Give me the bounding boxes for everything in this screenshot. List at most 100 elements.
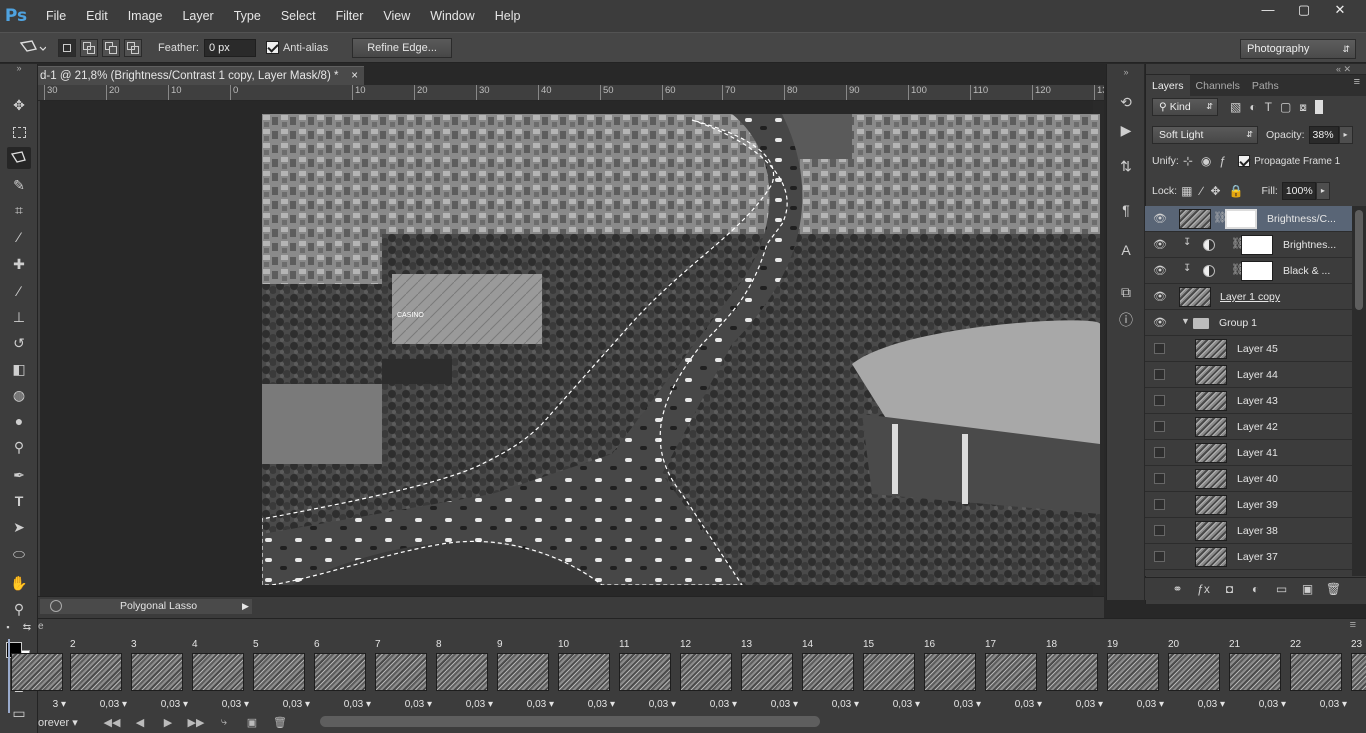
panel-menu-icon[interactable]: ≡ [1354, 76, 1360, 88]
animation-frame[interactable]: 15 0,03 ▾ [862, 639, 922, 713]
layer-row[interactable]: Layer 39 [1145, 492, 1352, 518]
collapse-toolbar-icon[interactable]: » [7, 62, 31, 74]
antialias-checkbox[interactable] [265, 41, 279, 54]
next-frame-icon[interactable]: ▶▶ [182, 716, 210, 729]
layer-row[interactable]: Layer 41 [1145, 440, 1352, 466]
opacity-input[interactable]: 38% [1308, 126, 1339, 144]
layers-scroll-thumb[interactable] [1355, 210, 1363, 310]
history-state[interactable]: Polygonal Lasso ▶ [40, 599, 252, 614]
layer-row[interactable]: Layer 40 [1145, 466, 1352, 492]
lock-all-icon[interactable]: 🔒 [1229, 184, 1244, 198]
blend-mode-select[interactable]: Soft Light [1152, 126, 1258, 144]
animation-frame[interactable]: 2 0,03 ▾ [69, 639, 129, 713]
visibility-eye-icon[interactable]: 👁 [1153, 290, 1167, 304]
paragraph-panel-icon[interactable]: ¶ [1116, 200, 1136, 220]
fill-input[interactable]: 100% [1281, 182, 1316, 200]
info-panel-icon[interactable]: ⓘ [1116, 310, 1136, 330]
frame-delay[interactable]: 0,03 ▾ [710, 699, 737, 710]
quick-selection-tool-icon[interactable]: ✎ [7, 174, 31, 196]
timeline-scrollbar[interactable] [320, 716, 820, 727]
eyedropper-tool-icon[interactable]: ⁄ [7, 226, 31, 248]
layer-row[interactable]: 👁 ↧ ⛓ Black & ... [1145, 258, 1352, 284]
collapse-panel-icon[interactable]: « ✕ [1336, 64, 1351, 75]
duplicate-frame-icon[interactable]: ▣ [238, 716, 266, 729]
smart-object-filter-icon[interactable]: ⧇ [1299, 100, 1307, 115]
animation-frame[interactable]: 8 0,03 ▾ [435, 639, 495, 713]
animation-frame[interactable]: 13 0,03 ▾ [740, 639, 800, 713]
animation-frame[interactable]: 6 0,03 ▾ [313, 639, 373, 713]
unify-position-icon[interactable]: ⊹ [1183, 154, 1193, 168]
new-group-icon[interactable]: ▭ [1269, 582, 1295, 596]
visibility-eye-icon[interactable]: 👁 [1153, 264, 1167, 278]
first-frame-icon[interactable]: ◀◀ [98, 716, 126, 729]
lock-position-icon[interactable]: ✥ [1210, 184, 1220, 198]
menu-window[interactable]: Window [420, 0, 484, 32]
animation-frame[interactable]: 18 0,03 ▾ [1045, 639, 1105, 713]
collapse-dock-icon[interactable]: » [1116, 66, 1136, 78]
tween-icon[interactable]: ⤷ [210, 716, 238, 729]
animation-frame[interactable]: 11 0,03 ▾ [618, 639, 678, 713]
frame-delay[interactable]: 0,03 ▾ [527, 699, 554, 710]
lasso-tool-icon[interactable] [7, 147, 31, 169]
layer-row[interactable]: 👁 ↧ ⛓ Brightnes... [1145, 232, 1352, 258]
visibility-toggle[interactable] [1154, 525, 1165, 536]
filter-kind-select[interactable]: ⚲ Kind [1152, 98, 1218, 116]
layer-mask-thumbnail[interactable] [1225, 209, 1257, 229]
animation-frame[interactable]: 5 0,03 ▾ [252, 639, 312, 713]
frame-delay[interactable]: 0,03 ▾ [1320, 699, 1347, 710]
character-panel-icon[interactable]: A [1116, 240, 1136, 260]
eraser-tool-icon[interactable]: ◧ [7, 358, 31, 380]
opacity-slider-toggle[interactable]: ▸ [1338, 126, 1353, 144]
frame-delay[interactable]: 0,03 ▾ [1137, 699, 1164, 710]
layer-row[interactable]: Layer 43 [1145, 388, 1352, 414]
animation-frame[interactable]: 12 0,03 ▾ [679, 639, 739, 713]
visibility-eye-icon[interactable]: 👁 [1153, 316, 1167, 330]
add-selection-mode[interactable] [80, 38, 98, 57]
animation-frame[interactable]: 20 0,03 ▾ [1167, 639, 1227, 713]
frame-delay[interactable]: 0,03 ▾ [466, 699, 493, 710]
hand-tool-icon[interactable]: ✋ [7, 572, 31, 594]
animation-frame[interactable]: 4 0,03 ▾ [191, 639, 251, 713]
layer-mask-thumbnail[interactable] [1241, 261, 1273, 281]
propagate-checkbox[interactable] [1238, 155, 1251, 167]
animation-frame[interactable]: 23 [1350, 639, 1366, 713]
layer-row[interactable]: Layer 37 [1145, 544, 1352, 570]
layer-mask-thumbnail[interactable] [1241, 235, 1273, 255]
visibility-toggle[interactable] [1154, 421, 1165, 432]
lock-image-icon[interactable]: ∕ [1200, 184, 1202, 198]
visibility-eye-icon[interactable]: 👁 [1153, 212, 1167, 226]
frame-delay[interactable]: 0,03 ▾ [222, 699, 249, 710]
tab-layers[interactable]: Layers [1146, 75, 1190, 96]
frame-delay[interactable]: 0,03 ▾ [405, 699, 432, 710]
horizontal-ruler[interactable]: 3020100102030405060708090100110120130 [38, 85, 1104, 101]
clone-stamp-tool-icon[interactable]: ⊥ [7, 306, 31, 328]
path-selection-tool-icon[interactable]: ➤ [7, 516, 31, 538]
workspace-switcher[interactable]: Photography [1240, 39, 1356, 59]
layer-row[interactable]: Layer 42 [1145, 414, 1352, 440]
close-document-icon[interactable]: × [351, 67, 358, 85]
maximize-button[interactable]: ▢ [1286, 0, 1322, 20]
frame-delay[interactable]: 0,03 ▾ [161, 699, 188, 710]
intersect-selection-mode[interactable] [124, 38, 142, 57]
frame-delay[interactable]: 0,03 ▾ [344, 699, 371, 710]
add-mask-icon[interactable]: ◘ [1217, 582, 1243, 596]
crop-tool-icon[interactable]: ⌗ [7, 199, 31, 221]
frame-delay[interactable]: 0,03 ▾ [832, 699, 859, 710]
menu-select[interactable]: Select [271, 0, 326, 32]
animation-frame[interactable]: 19 0,03 ▾ [1106, 639, 1166, 713]
delete-frame-icon[interactable]: 🗑 [266, 716, 294, 729]
animation-frame[interactable]: 22 0,03 ▾ [1289, 639, 1349, 713]
close-button[interactable]: ✕ [1322, 0, 1358, 20]
move-tool-icon[interactable]: ✥ [7, 94, 31, 116]
frame-delay[interactable]: 0,03 ▾ [100, 699, 127, 710]
feather-input[interactable]: 0 px [203, 38, 256, 57]
menu-edit[interactable]: Edit [76, 0, 118, 32]
type-tool-icon[interactable]: T [7, 490, 31, 512]
unify-style-icon[interactable]: ƒ [1219, 154, 1226, 168]
visibility-toggle[interactable] [1154, 551, 1165, 562]
tab-paths[interactable]: Paths [1246, 75, 1285, 96]
link-layers-icon[interactable]: ⚭ [1165, 582, 1191, 596]
layer-row[interactable]: Layer 38 [1145, 518, 1352, 544]
frame-delay[interactable]: 0,03 ▾ [1198, 699, 1225, 710]
delete-layer-icon[interactable]: 🗑 [1321, 582, 1347, 596]
